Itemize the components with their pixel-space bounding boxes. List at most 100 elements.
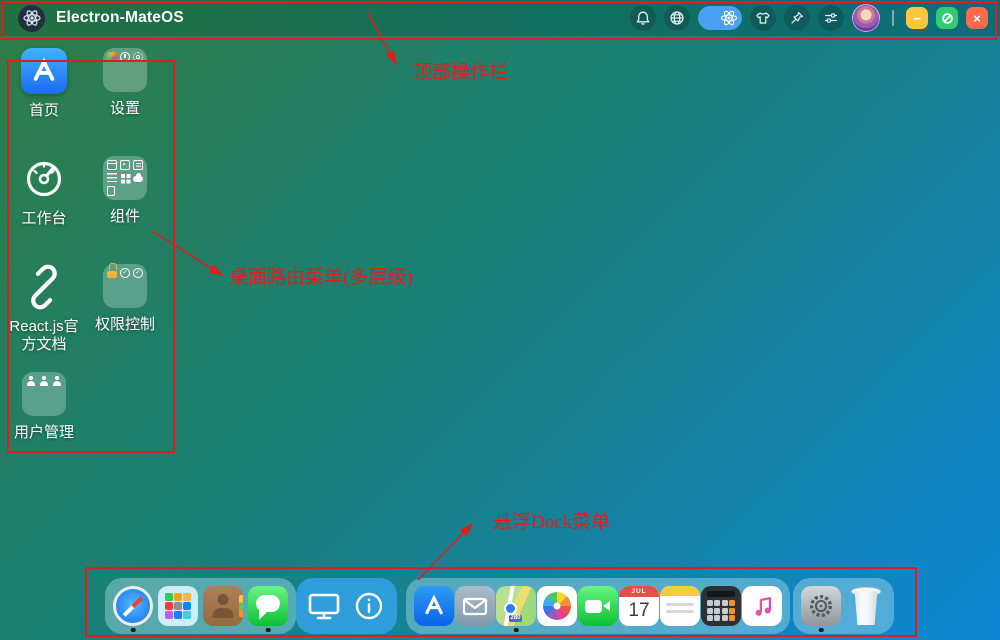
palette-mini-icon (107, 52, 117, 62)
atom-icon (22, 10, 41, 26)
desktop-icon-components[interactable]: 组件 (83, 156, 167, 226)
annotation-label-topbar: 顶部操作栏 (413, 62, 509, 83)
dock-mail-icon[interactable] (455, 586, 495, 626)
messages-bubble (248, 586, 288, 626)
desktop-icon-label: 用户管理 (13, 424, 74, 441)
user-mini-icon (26, 376, 36, 386)
dock-group-apps (105, 578, 296, 634)
users-folder-icon (22, 372, 66, 416)
maximize-button[interactable] (936, 7, 958, 29)
music-note (742, 586, 782, 626)
lock-mini-icon (107, 263, 117, 278)
dock-facetime-icon[interactable] (578, 586, 618, 626)
display-monitor (304, 586, 344, 626)
clock-mini-icon (120, 52, 130, 62)
permissions-folder-icon (103, 263, 147, 308)
app-title: Electron-MateOS (56, 9, 184, 26)
atom-toggle-icon (720, 10, 738, 26)
theme-toggle[interactable] (698, 6, 742, 30)
desktop-icon-label: 权限控制 (94, 316, 155, 333)
shield-check-mini-icon (120, 268, 130, 278)
dock-launchpad-icon[interactable] (158, 586, 198, 626)
settings-gear (801, 586, 841, 626)
user-mini-icon (52, 376, 62, 386)
dock-photos-icon[interactable] (537, 586, 577, 626)
dock-trash-icon[interactable] (846, 586, 886, 626)
dock-notes-icon[interactable] (660, 586, 700, 626)
desktop-icon-users[interactable]: 用户管理 (2, 372, 86, 442)
user-mini-icon (39, 376, 49, 386)
pin-icon (791, 12, 803, 24)
facetime-camera (578, 586, 618, 626)
info-circle (349, 586, 389, 626)
settings-folder-icon (103, 48, 147, 92)
dock-info-icon[interactable] (349, 586, 389, 626)
sliders-icon (824, 13, 838, 23)
minimize-button[interactable]: − (906, 7, 928, 29)
document-mini-icon (133, 160, 143, 170)
dock-app-store-icon[interactable] (414, 586, 454, 626)
desktop-icon-workbench[interactable]: 工作台 (2, 156, 86, 228)
annotation-label-desktop-menu: 桌面路由菜单(多层级) (229, 267, 413, 288)
calendar-month: JUL (619, 586, 659, 597)
topbar-left: Electron-MateOS (18, 4, 184, 32)
app-store-a (414, 586, 454, 626)
dock-contacts-icon[interactable] (203, 586, 243, 626)
contacts-book (203, 586, 243, 626)
trash-can (846, 586, 886, 626)
desktop-icon-permissions[interactable]: 权限控制 (83, 263, 167, 334)
desktop-icon-label: 设置 (109, 100, 140, 117)
dock-messages-icon[interactable] (248, 586, 288, 626)
list-mini-icon (107, 173, 117, 182)
file-mini-icon (107, 186, 115, 196)
desktop-icon-label: 首页 (28, 102, 59, 119)
globe-icon (670, 11, 684, 25)
notes-pad (660, 586, 700, 626)
gear-mini-icon (133, 52, 143, 62)
components-folder-icon (103, 156, 147, 200)
pin-button[interactable] (784, 5, 810, 31)
annotation-label-dock: 悬浮Dock菜单 (493, 512, 611, 533)
topbar-actions: − × (630, 4, 988, 32)
bell-icon (636, 11, 650, 25)
user-avatar[interactable] (852, 4, 880, 32)
maps-pin: 280 (496, 586, 536, 626)
maps-route-sign: 280 (509, 615, 523, 622)
grid-mini-icon (120, 173, 130, 183)
desktop-icon-react-docs[interactable]: React.js官方文档 (2, 264, 86, 354)
skin-button[interactable] (750, 5, 776, 31)
circle-slash-icon (941, 12, 953, 24)
dock-group-right (793, 578, 894, 634)
preferences-button[interactable] (818, 5, 844, 31)
close-button[interactable]: × (966, 7, 988, 29)
dock-safari-icon[interactable] (113, 586, 153, 626)
tshirt-icon (756, 12, 770, 24)
dock-calendar-icon[interactable]: JUL 17 (619, 586, 659, 626)
mail-envelope (455, 586, 495, 626)
dock-music-icon[interactable] (742, 586, 782, 626)
launchpad-grid (158, 586, 198, 626)
desktop-icon-label: 工作台 (21, 210, 67, 227)
calendar-day: 17 (628, 600, 650, 621)
dock-group-system (296, 578, 397, 634)
image-mini-icon (120, 160, 130, 170)
cloud-mini-icon (133, 173, 143, 182)
desktop-icon-label: 组件 (109, 208, 140, 225)
link-icon (21, 264, 67, 310)
photos-flower (537, 586, 577, 626)
dock-display-icon[interactable] (304, 586, 344, 626)
dock-calculator-icon[interactable] (701, 586, 741, 626)
dock-maps-icon[interactable]: 280 (496, 586, 536, 626)
dock-system-settings-icon[interactable] (801, 586, 841, 626)
app-store-icon (21, 48, 67, 94)
calendar-page: JUL 17 (619, 586, 659, 626)
table-mini-icon (107, 160, 117, 170)
arrow-dock (417, 522, 474, 581)
notification-button[interactable] (630, 5, 656, 31)
app-logo[interactable] (18, 4, 45, 32)
language-button[interactable] (664, 5, 690, 31)
topbar: Electron-MateOS − × (0, 0, 1000, 36)
desktop-icon-label: React.js官方文档 (9, 318, 79, 353)
desktop-icon-home[interactable]: 首页 (2, 48, 86, 120)
desktop-icon-settings[interactable]: 设置 (83, 48, 167, 118)
